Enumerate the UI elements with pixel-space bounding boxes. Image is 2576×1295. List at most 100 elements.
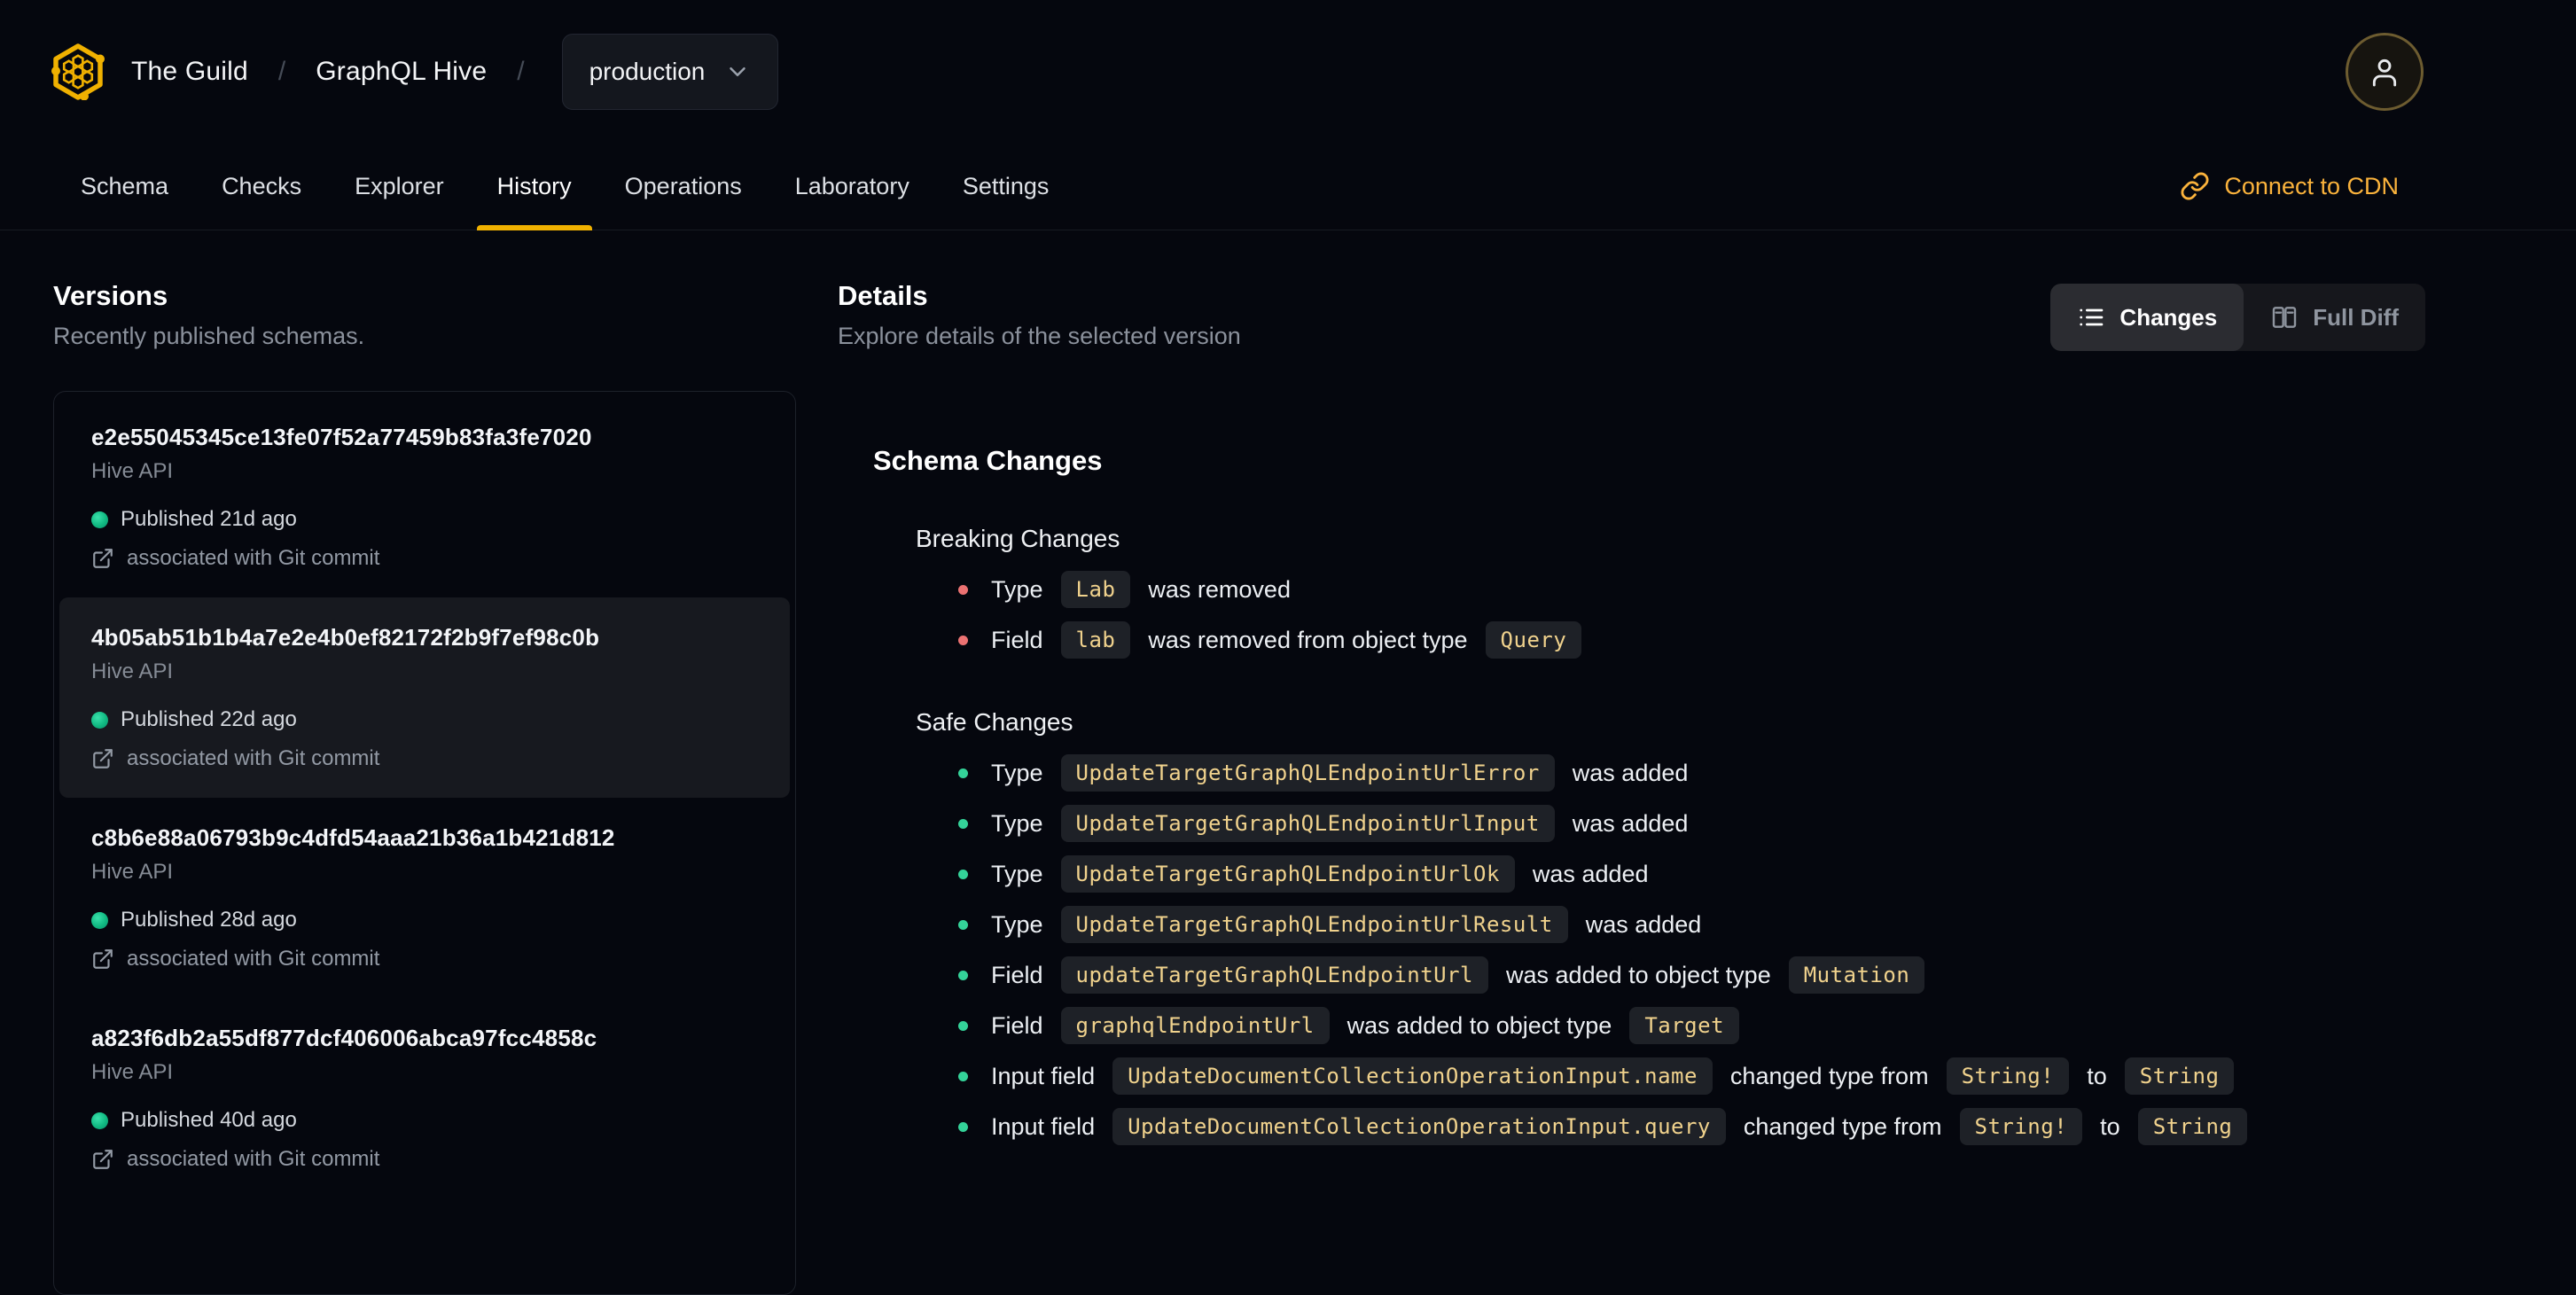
published-time-label: Published 22d ago [121, 707, 297, 731]
tab-item[interactable]: Settings [942, 143, 1070, 230]
schema-change-row: Input field UpdateDocumentCollectionOpera… [958, 1056, 2425, 1096]
user-avatar-button[interactable] [2346, 32, 2424, 111]
change-text: Type [991, 910, 1043, 938]
external-link-icon [93, 1150, 113, 1169]
change-text: was added [1572, 809, 1689, 837]
main-content: Versions Recently published schemas. e2e… [0, 230, 2576, 1295]
change-bullet-icon [958, 584, 968, 595]
change-text: to [2100, 1112, 2120, 1140]
code-chip: String [2137, 1108, 2248, 1145]
git-commit-label: associated with Git commit [127, 746, 380, 770]
change-text: was added [1572, 759, 1689, 786]
code-chip: Mutation [1788, 956, 1925, 994]
link-icon [2181, 172, 2209, 200]
git-commit-link[interactable]: associated with Git commit [91, 746, 758, 771]
tab-item[interactable]: Operations [605, 143, 762, 230]
git-commit-label: associated with Git commit [127, 1147, 380, 1171]
change-text: to [2087, 1062, 2107, 1089]
change-text: was removed from object type [1148, 626, 1468, 653]
change-bullet-icon [958, 818, 968, 829]
breaking-changes-title: Breaking Changes [916, 525, 1120, 552]
change-bullet-icon [958, 970, 968, 980]
hive-logo-icon[interactable] [50, 43, 106, 100]
change-text: Field [991, 961, 1043, 988]
schema-change-row: Type Lab was removed [958, 569, 2425, 610]
schema-change-row: Type UpdateTargetGraphQLEndpointUrlError w… [958, 753, 2425, 793]
code-chip: Target [1629, 1007, 1740, 1044]
target-selector-dropdown[interactable]: production [561, 33, 779, 110]
schema-change-row: Type UpdateTargetGraphQLEndpointUrlInput w… [958, 803, 2425, 844]
change-bullet-icon [958, 1020, 968, 1031]
code-chip: Query [1485, 621, 1582, 659]
code-chip: updateTargetGraphQLEndpointUrl [1060, 956, 1489, 994]
details-panel: Details Explore details of the selected … [838, 230, 2425, 1157]
code-chip: UpdateTargetGraphQLEndpointUrlResult [1060, 906, 1568, 943]
published-status-dot [91, 1112, 108, 1129]
changes-view-button[interactable]: Changes [2050, 284, 2244, 351]
version-list-item[interactable]: c8b6e88a06793b9c4dfd54aaa21b36a1b421d812… [59, 798, 790, 998]
tab-item[interactable]: Laboratory [775, 143, 930, 230]
versions-title: Versions [53, 280, 168, 311]
change-text: Field [991, 1011, 1043, 1039]
versions-panel: Versions Recently published schemas. e2e… [53, 230, 796, 1295]
tab-item[interactable]: History [476, 143, 592, 230]
change-text: Field [991, 626, 1043, 653]
safe-changes-list: Type UpdateTargetGraphQLEndpointUrlError w… [958, 753, 2425, 1147]
breadcrumb-separator: / [517, 56, 525, 86]
schema-changes-section: Schema Changes Breaking Changes Type Lab w… [838, 445, 2425, 1147]
code-chip: UpdateTargetGraphQLEndpointUrlOk [1060, 855, 1515, 893]
git-commit-label: associated with Git commit [127, 947, 380, 971]
published-status-dot [91, 511, 108, 528]
change-text: Type [991, 860, 1043, 887]
schema-change-row: Field graphqlEndpointUrl was added to obje… [958, 1005, 2425, 1046]
chevron-down-icon [730, 66, 746, 76]
change-bullet-icon [958, 869, 968, 879]
code-chip: lab [1060, 621, 1131, 659]
schema-change-row: Type UpdateTargetGraphQLEndpointUrlOk was … [958, 854, 2425, 894]
code-chip: String! [1946, 1057, 2070, 1095]
top-bar: The Guild / GraphQL Hive / production [0, 0, 2576, 143]
change-text: was added to object type [1347, 1011, 1612, 1039]
connect-to-cdn-button[interactable]: Connect to CDN [2180, 143, 2399, 230]
full-diff-view-button[interactable]: Full Diff [2244, 284, 2425, 351]
version-list-item[interactable]: a823f6db2a55df877dcf406006abca97fcc4858c… [59, 998, 790, 1198]
view-toggle-group: Changes Full Diff [2050, 284, 2425, 351]
tab-item[interactable]: Schema [60, 143, 189, 230]
version-list-item[interactable]: 4b05ab51b1b4a7e2e4b0ef82172f2b9f7ef98c0b… [59, 597, 790, 798]
code-chip: UpdateTargetGraphQLEndpointUrlInput [1060, 805, 1555, 842]
change-text: changed type from [1743, 1112, 1942, 1140]
change-bullet-icon [958, 768, 968, 778]
schema-change-row: Field lab was removed from object type Quer… [958, 620, 2425, 660]
git-commit-label: associated with Git commit [127, 546, 380, 570]
full-diff-view-label: Full Diff [2313, 303, 2399, 331]
details-subtitle: Explore details of the selected version [838, 323, 1241, 349]
changes-view-label: Changes [2119, 303, 2218, 331]
code-chip: UpdateDocumentCollectionOperationInput.n… [1112, 1057, 1713, 1095]
tab-list: Schema Checks Explorer History Operations Lab… [60, 143, 1069, 230]
change-text: was added [1532, 860, 1649, 887]
schema-change-row: Type UpdateTargetGraphQLEndpointUrlResult… [958, 904, 2425, 945]
tab-item[interactable]: Explorer [334, 143, 464, 230]
safe-changes-title: Safe Changes [916, 708, 1073, 736]
user-icon [2372, 59, 2397, 86]
schema-changes-title: Schema Changes [873, 445, 1103, 476]
target-tab-bar: Schema Checks Explorer History Operations Lab… [0, 143, 2576, 230]
change-bullet-icon [958, 919, 968, 930]
git-commit-link[interactable]: associated with Git commit [91, 947, 758, 971]
breadcrumb-org[interactable]: The Guild [131, 57, 248, 87]
version-hash: c8b6e88a06793b9c4dfd54aaa21b36a1b421d812 [91, 824, 615, 851]
breadcrumb-project[interactable]: GraphQL Hive [316, 57, 487, 87]
code-chip: Lab [1060, 571, 1131, 608]
versions-list: e2e55045345ce13fe07f52a77459b83fa3fe7020… [53, 391, 796, 1295]
version-service-name: Hive API [91, 659, 174, 683]
change-text: Type [991, 759, 1043, 786]
change-text: was removed [1148, 575, 1291, 603]
list-icon [2080, 308, 2104, 326]
git-commit-link[interactable]: associated with Git commit [91, 546, 758, 571]
git-commit-link[interactable]: associated with Git commit [91, 1147, 758, 1172]
schema-change-row: Field updateTargetGraphQLEndpointUrl was a… [958, 955, 2425, 995]
tab-item[interactable]: Checks [201, 143, 322, 230]
version-hash: e2e55045345ce13fe07f52a77459b83fa3fe7020 [91, 424, 592, 450]
breaking-changes-list: Type Lab was removed Field lab was removed f… [958, 569, 2425, 660]
version-list-item[interactable]: e2e55045345ce13fe07f52a77459b83fa3fe7020… [59, 397, 790, 597]
